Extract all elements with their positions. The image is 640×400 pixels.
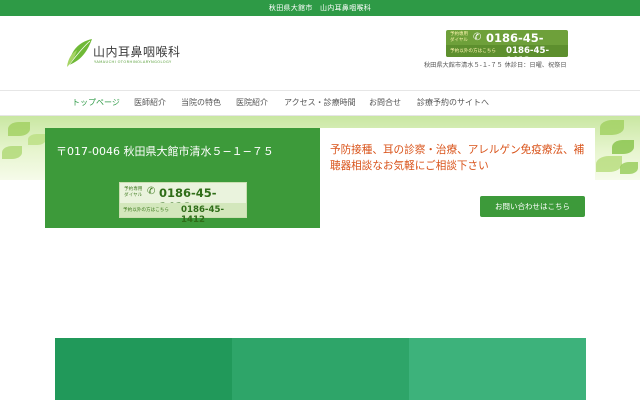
- leaf-decoration: [620, 162, 638, 174]
- phone-label: 予約専用 ダイヤル: [450, 32, 468, 43]
- nav-item-doctor[interactable]: 医師紹介: [134, 97, 166, 108]
- clinic-info-panel: 〒017-0046 秋田県大館市清水５−１−７５ 予約専用 ダイヤル ✆ 018…: [45, 128, 320, 228]
- header-phone-box[interactable]: 予約専用 ダイヤル ✆ 0186-45-1418 予約以外の方はこちら 0186…: [446, 30, 568, 66]
- hero-other-label: 予約以外の方はこちら: [123, 208, 169, 213]
- leaf-decoration: [8, 122, 30, 136]
- feature-tiles: [55, 338, 586, 400]
- leaf-decoration: [612, 140, 634, 154]
- message-panel: 予防接種、耳の診察・治療、アレルゲン免疫療法、補聴器相談なお気軽にご相談下さい …: [320, 128, 595, 228]
- nav-item-features[interactable]: 当院の特色: [181, 97, 221, 108]
- clinic-address: 〒017-0046 秋田県大館市清水５−１−７５: [56, 145, 274, 158]
- hero-phone-box[interactable]: 予約専用 ダイヤル ✆ 0186-45-1418 予約以外の方はこちら 0186…: [119, 182, 247, 225]
- hero-phone-label-line1: 予約専用: [124, 187, 143, 192]
- contact-button[interactable]: お問い合わせはこちら: [480, 196, 585, 217]
- site-logo[interactable]: 山内耳鼻咽喉科 YAMAUCHI OTORHINOLARYNGOLOGY: [66, 36, 196, 70]
- feature-tile-1[interactable]: [55, 338, 232, 400]
- leaf-decoration: [596, 156, 622, 172]
- site-header: 山内耳鼻咽喉科 YAMAUCHI OTORHINOLARYNGOLOGY 予約専…: [0, 16, 640, 88]
- nav-item-clinic[interactable]: 医院紹介: [236, 97, 268, 108]
- leaf-logo-icon: [67, 39, 92, 67]
- main-nav: トップページ 医師紹介 当院の特色 医院紹介 アクセス・診療時間 お問合せ 診療…: [0, 90, 640, 116]
- nav-item-top[interactable]: トップページ: [72, 97, 120, 108]
- phone-label-line1: 予約専用: [450, 32, 468, 37]
- top-info-text: 秋田県大館市 山内耳鼻咽喉科: [268, 4, 372, 12]
- hero-phone-label-line2: ダイヤル: [124, 192, 143, 198]
- top-info-bar: 秋田県大館市 山内耳鼻咽喉科: [0, 0, 640, 16]
- leaf-decoration: [600, 120, 624, 135]
- leaf-decoration: [28, 134, 46, 145]
- logo-subtitle: YAMAUCHI OTORHINOLARYNGOLOGY: [94, 60, 172, 64]
- hero-phone-label: 予約専用 ダイヤル: [124, 187, 142, 198]
- phone-icon: ✆: [473, 32, 482, 43]
- phone-label-line2: ダイヤル: [450, 37, 468, 43]
- nav-item-contact[interactable]: お問合せ: [369, 97, 401, 108]
- hero-message: 予防接種、耳の診察・治療、アレルゲン免疫療法、補聴器相談なお気軽にご相談下さい: [330, 144, 585, 172]
- leaf-decoration: [2, 146, 22, 159]
- logo-name: 山内耳鼻咽喉科: [93, 45, 181, 59]
- hero-other-number[interactable]: 0186-45-1412: [181, 205, 246, 225]
- feature-tile-3[interactable]: [409, 338, 586, 400]
- phone-icon: ✆: [147, 186, 156, 197]
- other-phone-label: 予約以外の方はこちら: [450, 49, 496, 54]
- header-address: 秋田県大館市清水５-１-７５ 休診日：日曜、祝祭日: [424, 62, 567, 69]
- nav-item-reservation-site[interactable]: 診療予約のサイトへ: [417, 97, 489, 108]
- nav-item-access-hours[interactable]: アクセス・診療時間: [284, 97, 356, 108]
- feature-tile-2[interactable]: [232, 338, 409, 400]
